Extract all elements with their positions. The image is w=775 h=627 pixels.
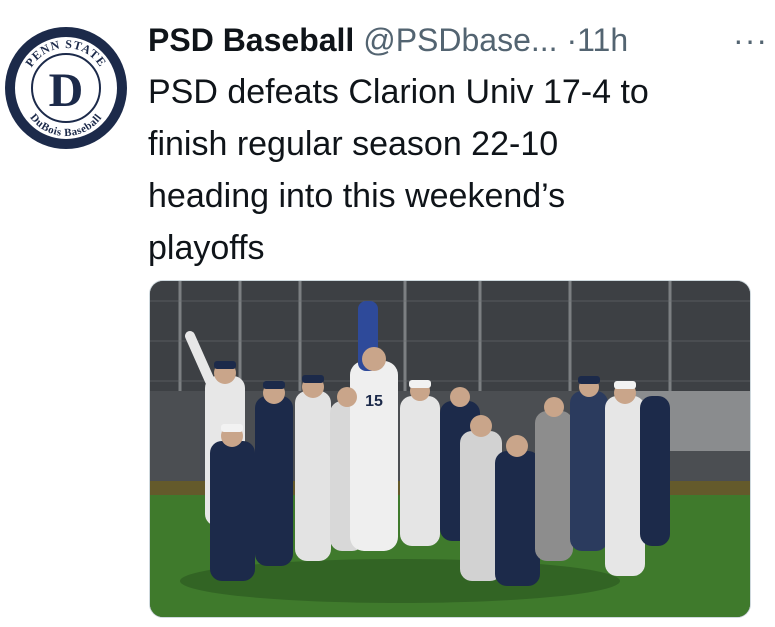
jersey-number: 15 bbox=[365, 393, 383, 410]
tweet-media-image[interactable]: 15 bbox=[149, 280, 751, 618]
author-name[interactable]: PSD Baseball bbox=[148, 22, 354, 58]
team-celebration-photo: 15 bbox=[150, 281, 750, 617]
logo-letter: D bbox=[49, 64, 84, 117]
avatar[interactable]: PENN STATE DuBois Baseball D bbox=[4, 26, 128, 150]
more-options-icon[interactable]: ··· bbox=[733, 18, 768, 62]
tweet-text: PSD defeats Clarion Univ 17-4 to finish … bbox=[148, 73, 649, 267]
separator-dot: · bbox=[566, 22, 578, 58]
team-logo-icon: PENN STATE DuBois Baseball D bbox=[5, 27, 127, 149]
tweet-header: PSD Baseball @PSDbase... ·11h ··· bbox=[148, 18, 768, 62]
author-handle[interactable]: @PSDbase... bbox=[363, 22, 557, 58]
tweet-timestamp[interactable]: 11h bbox=[577, 22, 628, 58]
